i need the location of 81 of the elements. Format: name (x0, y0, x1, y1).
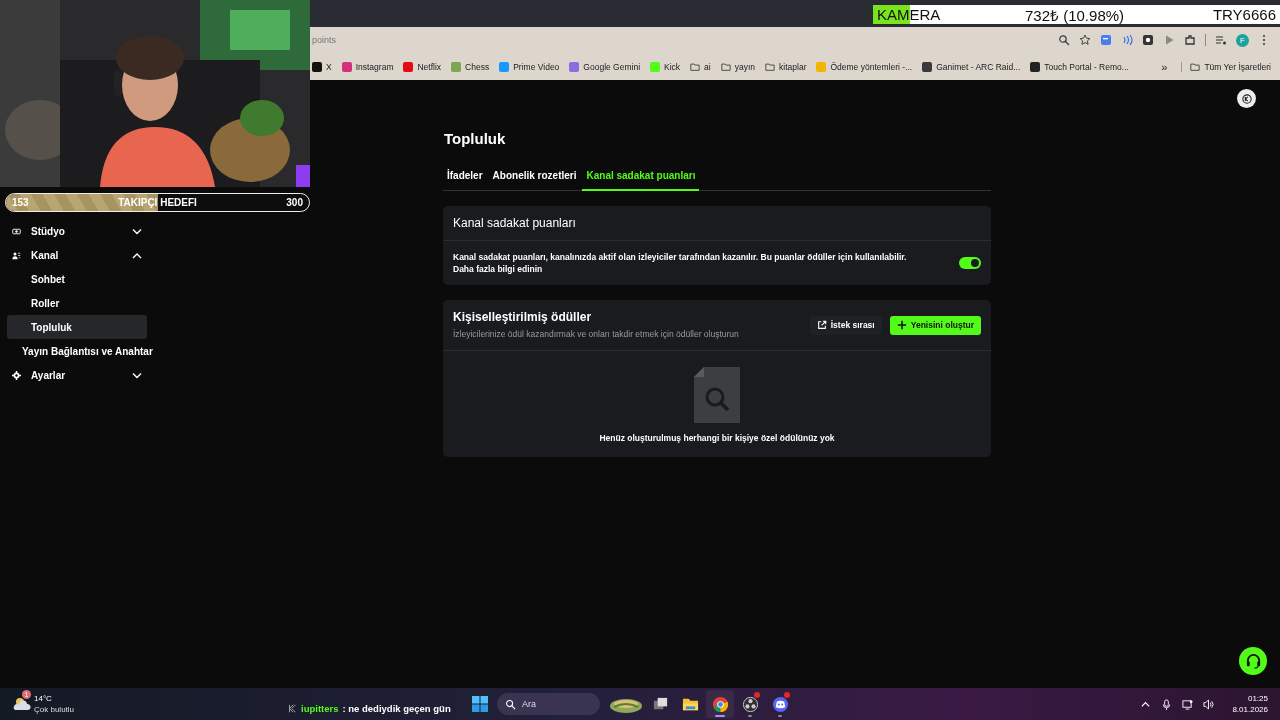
bookmark-link[interactable]: Ganimet - ARC Raid... (922, 61, 1021, 72)
bookmark-link[interactable]: Chess (451, 61, 490, 72)
folder-icon (1190, 61, 1201, 72)
plus-icon (896, 320, 907, 330)
extensions-icon[interactable] (1184, 34, 1196, 46)
card-title: Kişiselleştirilmiş ödüller (453, 310, 593, 325)
browser-icon (711, 695, 729, 713)
tab[interactable]: Kanal sadakat puanları (582, 170, 700, 191)
bookmark-link[interactable]: Touch Portal - Remo... (1030, 61, 1129, 72)
goal-title: TAKIPÇI HEDEFI (118, 197, 197, 208)
page-title: Topluluk (444, 130, 507, 148)
bookmark-link[interactable]: Kick (650, 61, 681, 72)
capture-icon[interactable] (1142, 34, 1154, 46)
sidebar-icon (12, 226, 21, 236)
search-icon (505, 699, 516, 710)
bookmark-link[interactable]: yayın (720, 61, 756, 72)
folder-icon (690, 61, 701, 72)
chevron-up-icon[interactable] (132, 251, 142, 259)
start-button[interactable] (471, 695, 489, 713)
bookmark-link[interactable]: Netflix (403, 61, 442, 72)
bookmark-link[interactable]: Prime Video (499, 61, 560, 72)
sidebar-item[interactable]: Stüdyo (7, 219, 147, 243)
queue-button[interactable]: İstek sırası (809, 315, 882, 335)
sound-wave-icon[interactable] (1121, 34, 1133, 46)
chat-message: : ne dediydik geçen gün (342, 703, 451, 714)
sidebar-item[interactable]: Roller (7, 291, 147, 315)
description-text: Kanal sadakat puanları, kanalınızda aktif olan izleyiciler tarafından kazanılır. Bu puanlar ödüller için kullanılabilir. (453, 251, 908, 263)
card-subtitle: İzleyicilerinize ödül kazandırmak ve onları takdir etmek için ödüller oluşturun (453, 328, 740, 340)
clock-time: 01:25 (1246, 693, 1268, 704)
network-icon[interactable] (1182, 698, 1194, 710)
sidebar-item[interactable]: Ayarlar (7, 363, 147, 387)
bookmark-link[interactable]: ai (690, 61, 711, 72)
sidebar-icon (12, 370, 21, 380)
volume-icon[interactable] (1203, 698, 1215, 710)
empty-document-icon (694, 367, 740, 423)
recorder-icon (741, 695, 759, 713)
chevron-down-icon[interactable] (132, 227, 142, 235)
help-button[interactable] (1239, 647, 1267, 675)
bookmark-link[interactable]: Ödeme yöntemleri -... (816, 61, 913, 72)
bookmark-link[interactable]: Instagram (341, 61, 394, 72)
bookmark-link[interactable]: Tüm Yer İşaretleri (1181, 61, 1271, 72)
bookmark-link[interactable]: Google Gemini (569, 61, 641, 72)
headset-icon (1244, 652, 1262, 670)
bookmark-link[interactable]: kitaplar (765, 61, 807, 72)
chat-app-icon (771, 695, 789, 713)
external-link-icon (816, 320, 827, 330)
media-icon[interactable] (1215, 34, 1227, 46)
empty-state-text: Henüz oluşturulmuş herhangi bir kişiye özel ödülünüz yok (599, 433, 835, 443)
star-icon[interactable] (1079, 34, 1091, 46)
weather-icon[interactable] (12, 696, 32, 712)
weather-condition: Çok bulutlu (34, 704, 75, 715)
temperature-text: 14°C (34, 693, 53, 704)
tab[interactable]: İfadeler (443, 170, 487, 191)
ticker-price: 732₺ (10.98%) (1025, 5, 1125, 25)
sidebar-item[interactable]: Topluluk (7, 315, 147, 339)
card-title: Kanal sadakat puanları (443, 206, 991, 241)
sidebar-icon (12, 250, 21, 260)
ticker-code: TRY6666 (1212, 6, 1276, 23)
folder-icon (720, 61, 731, 72)
sidebar-item[interactable]: Kanal (7, 243, 147, 267)
search-field[interactable]: Ara (497, 693, 600, 715)
sidebar-item[interactable]: Yayın Bağlantısı ve Anahtar (7, 339, 157, 363)
close-button[interactable] (1237, 89, 1256, 108)
create-button[interactable]: Yenisini oluştur (889, 315, 981, 335)
folder-icon (765, 61, 776, 72)
microphone-icon[interactable] (1161, 698, 1173, 710)
goal-target: 300 (286, 197, 303, 208)
sidebar-item[interactable]: Sohbet (7, 267, 147, 291)
tab[interactable]: Abonelik rozetleri (488, 170, 581, 191)
chat-icon (288, 704, 297, 713)
taskbar-app[interactable] (706, 690, 734, 718)
learn-more-link[interactable]: Daha fazla bilgi edinin (453, 264, 543, 274)
translate-icon[interactable] (1100, 34, 1112, 46)
toggle-switch[interactable] (959, 257, 981, 269)
chat-username: iupitters (301, 703, 339, 714)
chevron-down-icon[interactable] (132, 371, 142, 379)
clock-date: 8.01.2026 (1232, 704, 1268, 715)
zoom-icon[interactable] (1058, 34, 1070, 46)
goal-current: 153 (12, 197, 29, 208)
bookmark-link[interactable]: X (312, 61, 332, 72)
more-bookmarks-button[interactable]: » (1161, 60, 1168, 73)
